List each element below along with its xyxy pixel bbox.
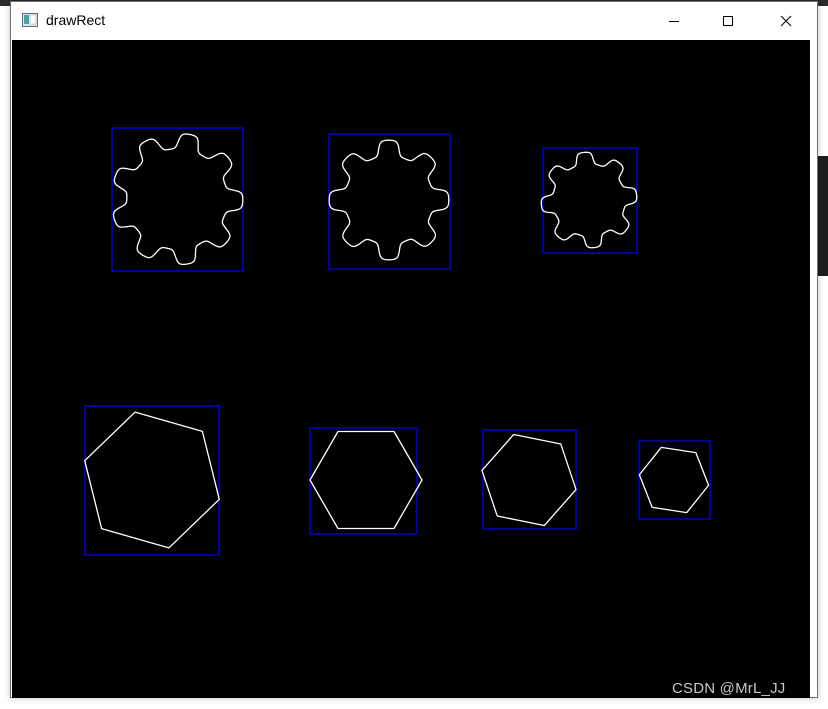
drawrect-window: drawRect bbox=[10, 1, 818, 698]
bounding-box bbox=[638, 440, 711, 520]
title-bar[interactable]: drawRect bbox=[11, 2, 817, 39]
bounding-box bbox=[328, 133, 451, 270]
background-panel bbox=[818, 156, 828, 276]
gear-contour bbox=[328, 139, 450, 261]
minimize-button[interactable] bbox=[651, 2, 697, 39]
close-icon bbox=[780, 15, 792, 26]
maximize-icon bbox=[723, 15, 733, 26]
drawing-canvas bbox=[12, 40, 810, 698]
close-button[interactable] bbox=[763, 2, 809, 39]
hexagon-contour bbox=[84, 411, 220, 549]
hexagon-contour bbox=[481, 433, 577, 527]
shapes-drawing bbox=[84, 127, 711, 556]
app-window-icon bbox=[22, 13, 38, 27]
hexagon-contour bbox=[309, 430, 423, 530]
gear-contour bbox=[112, 133, 244, 266]
bounding-box bbox=[84, 405, 220, 556]
minimize-icon bbox=[669, 20, 679, 22]
watermark-text: CSDN @MrL_JJ bbox=[672, 680, 786, 697]
bounding-box bbox=[111, 127, 244, 272]
bounding-box bbox=[542, 147, 638, 254]
maximize-button[interactable] bbox=[705, 2, 751, 39]
window-title: drawRect bbox=[46, 12, 106, 28]
hexagon-contour bbox=[638, 446, 710, 514]
gear-contour bbox=[540, 151, 638, 249]
